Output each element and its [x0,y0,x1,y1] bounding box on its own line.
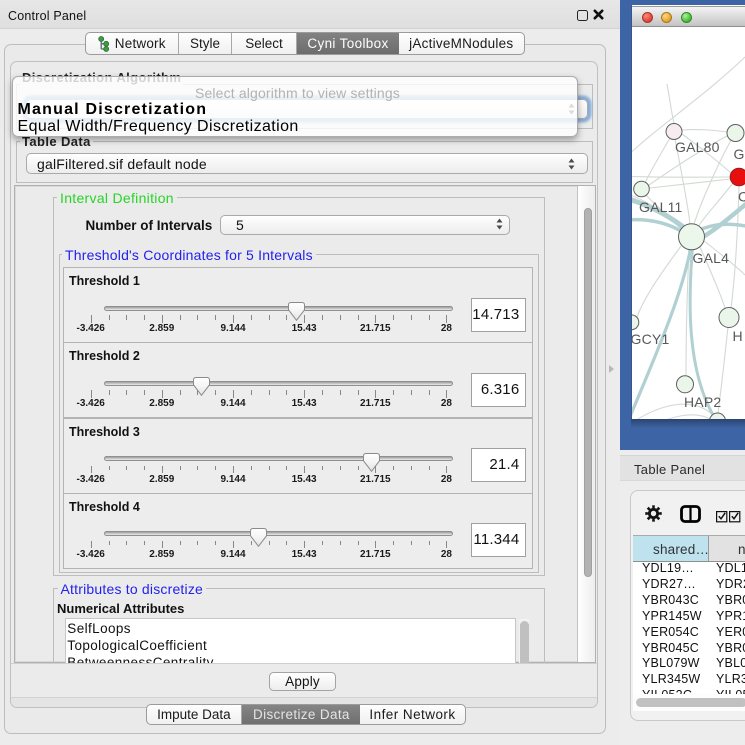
svg-text:G: G [734,146,745,162]
svg-text:GCY1: GCY1 [632,331,669,347]
svg-text:HAP2: HAP2 [684,394,721,410]
svg-text:GAL4: GAL4 [693,250,730,266]
svg-text:GAL80: GAL80 [675,139,720,155]
svg-text:H: H [733,328,743,344]
svg-text:GAL11: GAL11 [639,199,683,215]
svg-text:C: C [738,189,745,205]
